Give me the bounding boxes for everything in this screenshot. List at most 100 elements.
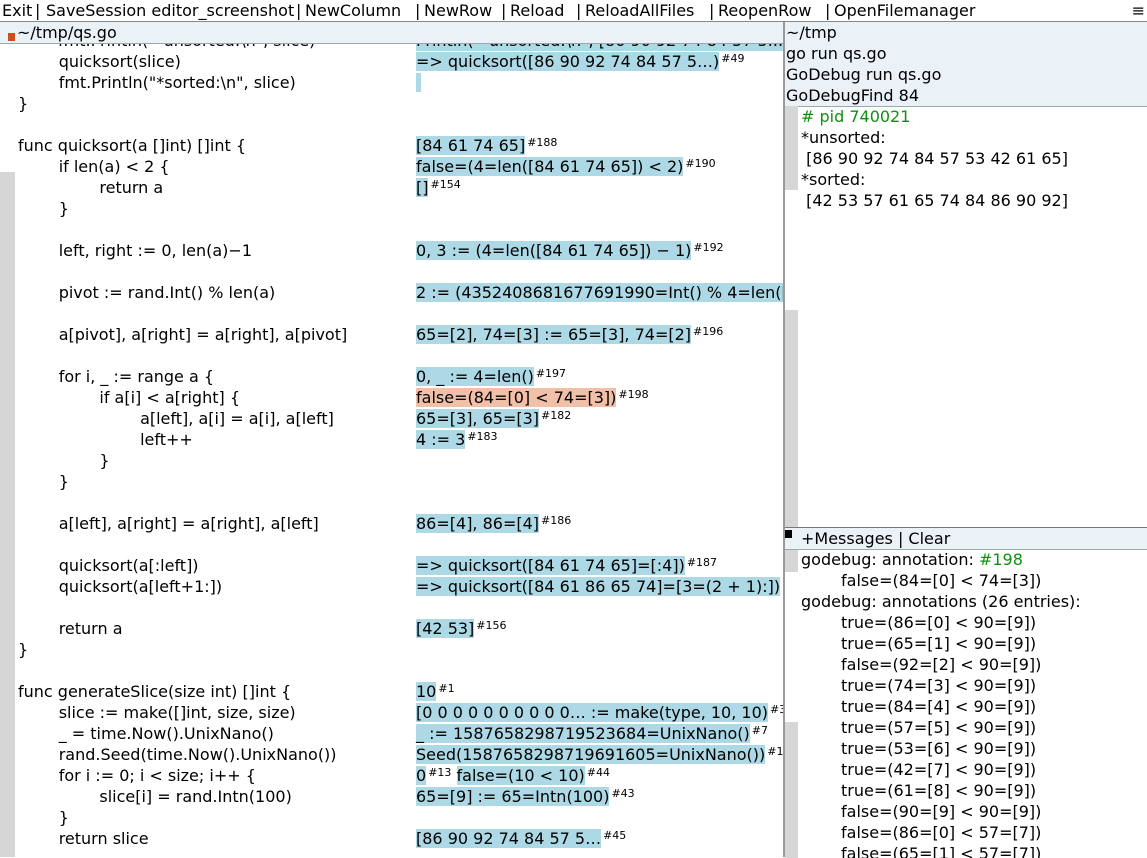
command-text[interactable]: GoDebugFind 84 [786, 85, 919, 106]
code-line[interactable]: } [18, 639, 28, 660]
command-text[interactable]: GoDebug run qs.go [786, 64, 941, 85]
annotation-value[interactable]: 0, 3 := (4=len([84 61 74 65]) − 1) [416, 241, 692, 260]
annotation[interactable]: 0, 3 := (4=len([84 61 74 65]) − 1) #192 [416, 240, 724, 261]
annotation[interactable]: [0 0 0 0 0 0 0 0 0 0… := make(type, 10, … [416, 702, 783, 723]
annotation[interactable]: [42 53] #156 [416, 618, 507, 639]
command-text[interactable]: go run qs.go [786, 43, 887, 64]
annotation[interactable]: [] #154 [416, 177, 461, 198]
message-line[interactable]: true=(74=[3] < 90=[9]) [841, 675, 1036, 696]
message-line[interactable]: true=(65=[1] < 90=[9]) [841, 633, 1036, 654]
code-line[interactable]: for i := 0; i < size; i++ { [18, 765, 256, 786]
code-line[interactable]: a[pivot], a[right] = a[right], a[pivot] [18, 324, 348, 345]
annotation-value[interactable]: _ := 1587658298719523684=UnixNano() [416, 724, 750, 743]
output-scrollbar[interactable] [785, 106, 798, 527]
messages-scroll-thumb[interactable] [785, 572, 798, 722]
dirty-square-icon[interactable] [8, 33, 15, 41]
annotation[interactable]: [86 90 92 74 84 57 5… #45 [416, 828, 626, 849]
annotation-value[interactable]: [42 53] [416, 619, 475, 638]
menu-icon[interactable]: ≡ [1132, 0, 1145, 21]
annotation[interactable]: 0, _ := 4=len() #197 [416, 366, 566, 387]
message-line[interactable]: false=(90=[9] < 90=[9]) [841, 801, 1041, 822]
code-line[interactable]: _ = time.Now().UnixNano() [18, 723, 274, 744]
annotation[interactable]: 65=[2], 74=[3] := 65=[3], 74=[2] #196 [416, 324, 723, 345]
code-line[interactable]: if len(a) < 2 { [18, 156, 170, 177]
annotation[interactable]: _ := 1587658298719523684=UnixNano() #7 [416, 723, 768, 744]
message-line[interactable]: true=(86=[0] < 90=[9]) [841, 612, 1036, 633]
pid-line[interactable]: # pid 740021 [801, 106, 910, 127]
toolbar-cmd-reopenrow[interactable]: ReopenRow [718, 0, 811, 21]
code-line[interactable]: quicksort(a[left+1:]) [18, 576, 222, 597]
code-line[interactable]: } [18, 450, 109, 471]
code-line[interactable]: rand.Seed(time.Now().UnixNano()) [18, 744, 337, 765]
message-line[interactable]: true=(61=[8] < 90=[9]) [841, 780, 1036, 801]
annotation-link[interactable]: #198 [979, 550, 1023, 569]
annotation-value[interactable]: => quicksort([84 61 74 65]=[:4]) [416, 556, 685, 575]
annotation[interactable]: false=(4=len([84 61 74 65]) < 2) #190 [416, 156, 716, 177]
annotation[interactable]: 65=[3], 65=[3] #182 [416, 408, 571, 429]
left-scrollbar[interactable] [0, 22, 15, 857]
annotation[interactable]: => quicksort([86 90 92 74 84 57 5…) #49 [416, 51, 744, 72]
code-line[interactable]: fmt.Println("*sorted:\n", slice) [18, 72, 296, 93]
message-line[interactable]: true=(42=[7] < 90=[9]) [841, 759, 1036, 780]
code-line[interactable]: return slice [18, 828, 149, 849]
annotation-value[interactable]: false=(4=len([84 61 74 65]) < 2) [416, 157, 684, 176]
file-tag-bar[interactable]: ~/tmp/qs.go [0, 22, 783, 44]
code-line[interactable]: slice[i] = rand.Intn(100) [18, 786, 291, 807]
code-line[interactable]: a[left], a[right] = a[right], a[left] [18, 513, 319, 534]
message-line[interactable]: false=(84=[0] < 74=[3]) [841, 570, 1041, 591]
left-scroll-thumb[interactable] [0, 22, 15, 172]
annotation-value[interactable]: [] [416, 178, 429, 197]
messages-tag-bar[interactable]: +Messages | Clear [785, 528, 1147, 550]
annotation-value[interactable]: [84 61 74 65] [416, 136, 526, 155]
output-scroll-thumb[interactable] [785, 190, 798, 310]
code-line[interactable]: if a[i] < a[right] { [18, 387, 240, 408]
code-line[interactable]: a[left], a[i] = a[i], a[left] [18, 408, 334, 429]
annotation-value[interactable]: Seed(1587658298719691605=UnixNano()) [416, 745, 766, 764]
annotation-value[interactable] [416, 73, 422, 92]
output-line[interactable]: [86 90 92 74 84 57 53 42 61 65] [801, 148, 1068, 169]
messages-title[interactable]: +Messages | Clear [801, 528, 950, 549]
code-line[interactable]: } [18, 93, 28, 114]
annotation-selected[interactable]: false=(84=[0] < 74=[3]) #198 [416, 387, 649, 408]
code-line[interactable]: quicksort(a[:left]) [18, 555, 199, 576]
message-line[interactable]: godebug: annotation: #198 [801, 549, 1023, 570]
annotation-value[interactable]: [86 90 92 74 84 57 5… [416, 829, 602, 848]
message-line[interactable]: false=(86=[0] < 57=[7]) [841, 822, 1041, 843]
toolbar-cmd-newrow[interactable]: NewRow [424, 0, 492, 21]
annotation-value[interactable]: 65=[3], 65=[3] [416, 409, 540, 428]
code-line[interactable]: quicksort(slice) [18, 51, 181, 72]
annotation[interactable]: 65=[9] := 65=Intn(100) #43 [416, 786, 635, 807]
output-line[interactable]: *unsorted: [801, 127, 886, 148]
annotation[interactable]: 4 := 3 #183 [416, 429, 498, 450]
toolbar-cmd-newcolumn[interactable]: NewColumn [305, 0, 401, 21]
toolbar-cmd-exit[interactable]: Exit [2, 0, 32, 21]
code-line[interactable]: return a [18, 177, 163, 198]
code-line[interactable]: pivot := rand.Int() % len(a) [18, 282, 276, 303]
code-line[interactable]: for i, _ := range a { [18, 366, 214, 387]
annotation[interactable]: 0 #13 false=(10 < 10) #44 [416, 765, 610, 786]
code-line[interactable]: func quicksort(a []int) []int { [18, 135, 246, 156]
file-name[interactable]: ~/tmp/qs.go [17, 22, 117, 43]
directory-path[interactable]: ~/tmp [786, 22, 837, 43]
code-line[interactable]: slice := make([]int, size, size) [18, 702, 296, 723]
annotation-value[interactable]: 0 [416, 766, 427, 785]
annotation-value[interactable]: false=(10 < 10) [456, 766, 585, 785]
annotation[interactable]: 2 := (4352408681677691990=Int() % 4=len(… [416, 282, 783, 303]
toolbar-cmd-savesession-editor_screenshot[interactable]: SaveSession editor_screenshot [46, 0, 294, 21]
annotation-value[interactable]: 0, _ := 4=len() [416, 367, 534, 386]
annotation[interactable]: => quicksort([84 61 86 65 74]=[3=(2 + 1)… [416, 576, 783, 597]
annotation[interactable]: [84 61 74 65] #188 [416, 135, 557, 156]
annotation-value[interactable]: 2 := (4352408681677691990=Int() % 4=len(… [416, 283, 783, 302]
code-line[interactable]: left++ [18, 429, 193, 450]
message-line[interactable]: true=(84=[4] < 90=[9]) [841, 696, 1036, 717]
annotation-value[interactable]: 10 [416, 682, 437, 701]
output-line[interactable]: [42 53 57 61 65 74 84 86 90 92] [801, 190, 1068, 211]
message-line[interactable]: false=(92=[2] < 90=[9]) [841, 654, 1041, 675]
annotation[interactable]: => quicksort([84 61 74 65]=[:4]) #187 [416, 555, 717, 576]
message-line[interactable]: godebug: annotations (26 entries): [801, 591, 1081, 612]
code-line[interactable]: } [18, 471, 69, 492]
code-line[interactable]: } [18, 807, 69, 828]
command-tag-bar[interactable]: ~/tmp go run qs.go GoDebug run qs.go GoDebu… [785, 22, 1147, 107]
annotation-value[interactable]: 86=[4], 86=[4] [416, 514, 540, 533]
message-line[interactable]: false=(65=[1] < 57=[7]) [841, 843, 1041, 858]
